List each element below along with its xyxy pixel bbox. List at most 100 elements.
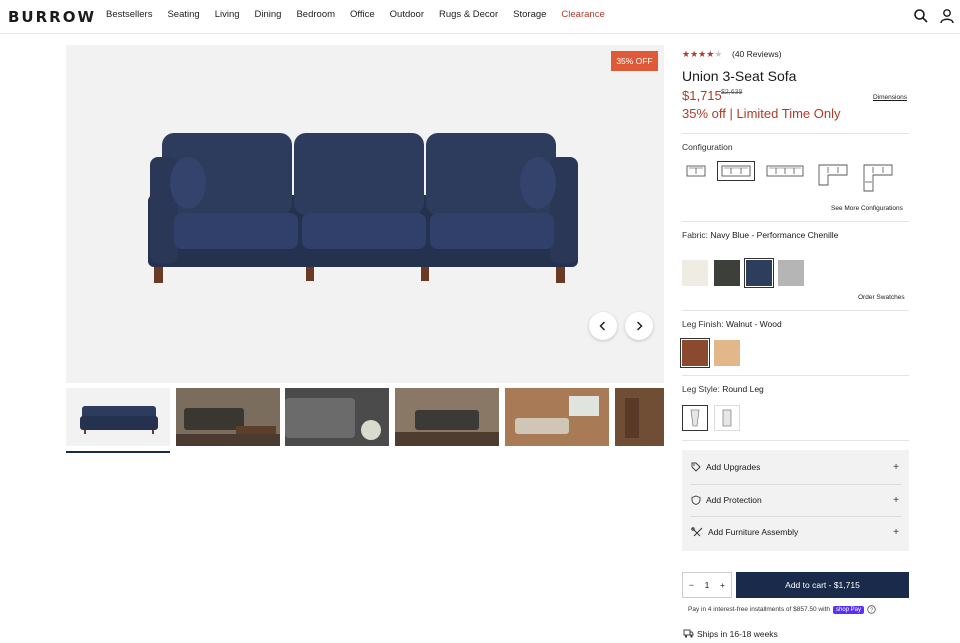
leg-style-label-text: Leg Style: — [682, 384, 720, 394]
thumbnail-4[interactable] — [395, 388, 499, 446]
logo[interactable]: BURROW — [8, 8, 96, 26]
sale-price: $1,715 — [682, 88, 722, 103]
fabric-swatch-grey[interactable] — [778, 260, 804, 286]
next-image-button[interactable] — [625, 312, 653, 340]
installments-info: Pay in 4 interest-free installments of $… — [688, 605, 876, 614]
nav-item-rugs-decor[interactable]: Rugs & Decor — [439, 9, 498, 20]
quantity-increase-button[interactable]: + — [720, 580, 725, 590]
nav-item-living[interactable]: Living — [215, 9, 240, 20]
plus-icon: + — [893, 494, 899, 506]
fabric-label: Fabric: Navy Blue - Performance Chenille — [682, 230, 838, 240]
thumbnail-1[interactable] — [66, 388, 170, 446]
promo-text: 35% off | Limited Time Only — [682, 106, 841, 121]
dimensions-link[interactable]: Dimensions — [873, 94, 907, 101]
thumbnail-3[interactable] — [285, 388, 389, 446]
nav-item-bedroom[interactable]: Bedroom — [296, 9, 335, 20]
divider — [682, 310, 909, 311]
leg-style-round[interactable] — [682, 405, 708, 431]
add-assembly-label: Add Furniture Assembly — [708, 527, 799, 537]
account-icon[interactable] — [939, 8, 955, 24]
shipping-info: Ships in 16-18 weeks — [683, 628, 778, 639]
config-option-sectional[interactable] — [816, 163, 850, 187]
divider — [682, 375, 909, 376]
divider — [682, 133, 909, 134]
tools-icon — [691, 527, 703, 537]
fabric-label-text: Fabric: — [682, 230, 708, 240]
prev-image-button[interactable] — [589, 312, 617, 340]
thumbnail-selected-indicator — [66, 451, 170, 453]
nav-item-clearance[interactable]: Clearance — [561, 9, 604, 20]
fabric-value: Navy Blue - Performance Chenille — [710, 230, 839, 240]
long-sofa-config-icon — [766, 165, 804, 177]
quantity-stepper: − 1 + — [682, 572, 732, 598]
add-upgrades-row[interactable]: Add Upgrades + — [682, 451, 909, 483]
rating-stars: ★★★★★ — [682, 49, 722, 60]
nav-item-dining[interactable]: Dining — [255, 9, 282, 20]
config-option-u-sectional[interactable] — [860, 163, 896, 193]
star-icon: ★ — [690, 49, 699, 59]
leg-finish-value: Walnut - Wood — [725, 319, 782, 329]
plus-icon: + — [893, 461, 899, 473]
see-more-configurations-link[interactable]: See More Configurations — [831, 205, 903, 212]
installments-text: Pay in 4 interest-free installments of $… — [688, 606, 830, 613]
config-option-3-seat[interactable] — [717, 161, 755, 181]
help-icon[interactable]: ? — [867, 605, 876, 614]
chevron-right-icon — [636, 321, 643, 331]
loveseat-config-icon — [686, 165, 706, 177]
thumbnail-image — [615, 388, 664, 446]
star-icon: ★ — [682, 49, 691, 59]
thumbnail-2[interactable] — [176, 388, 280, 446]
nav-menu: Bestsellers Seating Living Dining Bedroo… — [106, 9, 620, 20]
nav-item-bestsellers[interactable]: Bestsellers — [106, 9, 152, 20]
thumbnail-image — [505, 388, 609, 446]
config-option-4-seat[interactable] — [764, 161, 806, 181]
divider — [682, 221, 909, 222]
nav-item-office[interactable]: Office — [350, 9, 375, 20]
leg-style-value: Round Leg — [722, 384, 764, 394]
order-swatches-link[interactable]: Order Swatches — [858, 294, 905, 301]
leg-finish-label-text: Leg Finish: — [682, 319, 724, 329]
add-to-cart-button[interactable]: Add to cart - $1,715 — [736, 572, 909, 598]
add-assembly-row[interactable]: Add Furniture Assembly + — [682, 516, 909, 548]
thumbnail-6[interactable] — [615, 388, 664, 446]
product-title: Union 3-Seat Sofa — [682, 68, 797, 84]
nav-item-storage[interactable]: Storage — [513, 9, 546, 20]
fabric-swatch-ivory[interactable] — [682, 260, 708, 286]
add-protection-row[interactable]: Add Protection + — [682, 484, 909, 516]
original-price: $2,639 — [721, 89, 743, 96]
fabric-swatch-navy-blue[interactable] — [744, 258, 774, 288]
quantity-value[interactable]: 1 — [705, 580, 710, 590]
leg-finish-swatch-walnut[interactable] — [680, 338, 710, 368]
shield-icon — [691, 495, 701, 505]
nav-item-outdoor[interactable]: Outdoor — [390, 9, 424, 20]
add-upgrades-label: Add Upgrades — [706, 462, 761, 472]
u-sectional-config-icon — [863, 164, 893, 192]
search-icon[interactable] — [913, 8, 929, 24]
product-main-image — [66, 45, 664, 383]
reviews-link[interactable]: (40 Reviews) — [732, 49, 782, 59]
divider — [682, 440, 909, 441]
thumbnail-5[interactable] — [505, 388, 609, 446]
leg-finish-label: Leg Finish: Walnut - Wood — [682, 319, 782, 329]
top-nav: BURROW Bestsellers Seating Living Dining… — [0, 0, 960, 34]
truck-icon — [683, 629, 694, 638]
tag-icon — [691, 462, 701, 472]
sofa-image — [66, 45, 664, 383]
addons-panel: Add Upgrades + Add Protection + Add Furn… — [682, 450, 909, 551]
discount-badge: 35% OFF — [611, 51, 658, 71]
star-empty-icon: ★ — [714, 49, 723, 59]
svg-text:?: ? — [870, 608, 873, 614]
config-option-loveseat[interactable] — [682, 161, 710, 181]
thumbnail-image — [285, 388, 389, 446]
leg-style-label: Leg Style: Round Leg — [682, 384, 764, 394]
chevron-left-icon — [599, 321, 606, 331]
nav-item-seating[interactable]: Seating — [167, 9, 199, 20]
round-leg-icon — [690, 409, 700, 427]
leg-style-square[interactable] — [714, 405, 740, 431]
add-protection-label: Add Protection — [706, 495, 762, 505]
fabric-swatch-charcoal[interactable] — [714, 260, 740, 286]
leg-finish-swatch-oak[interactable] — [714, 340, 740, 366]
sofa-config-icon — [721, 165, 751, 177]
quantity-decrease-button[interactable]: − — [689, 580, 694, 590]
configuration-label: Configuration — [682, 142, 733, 152]
